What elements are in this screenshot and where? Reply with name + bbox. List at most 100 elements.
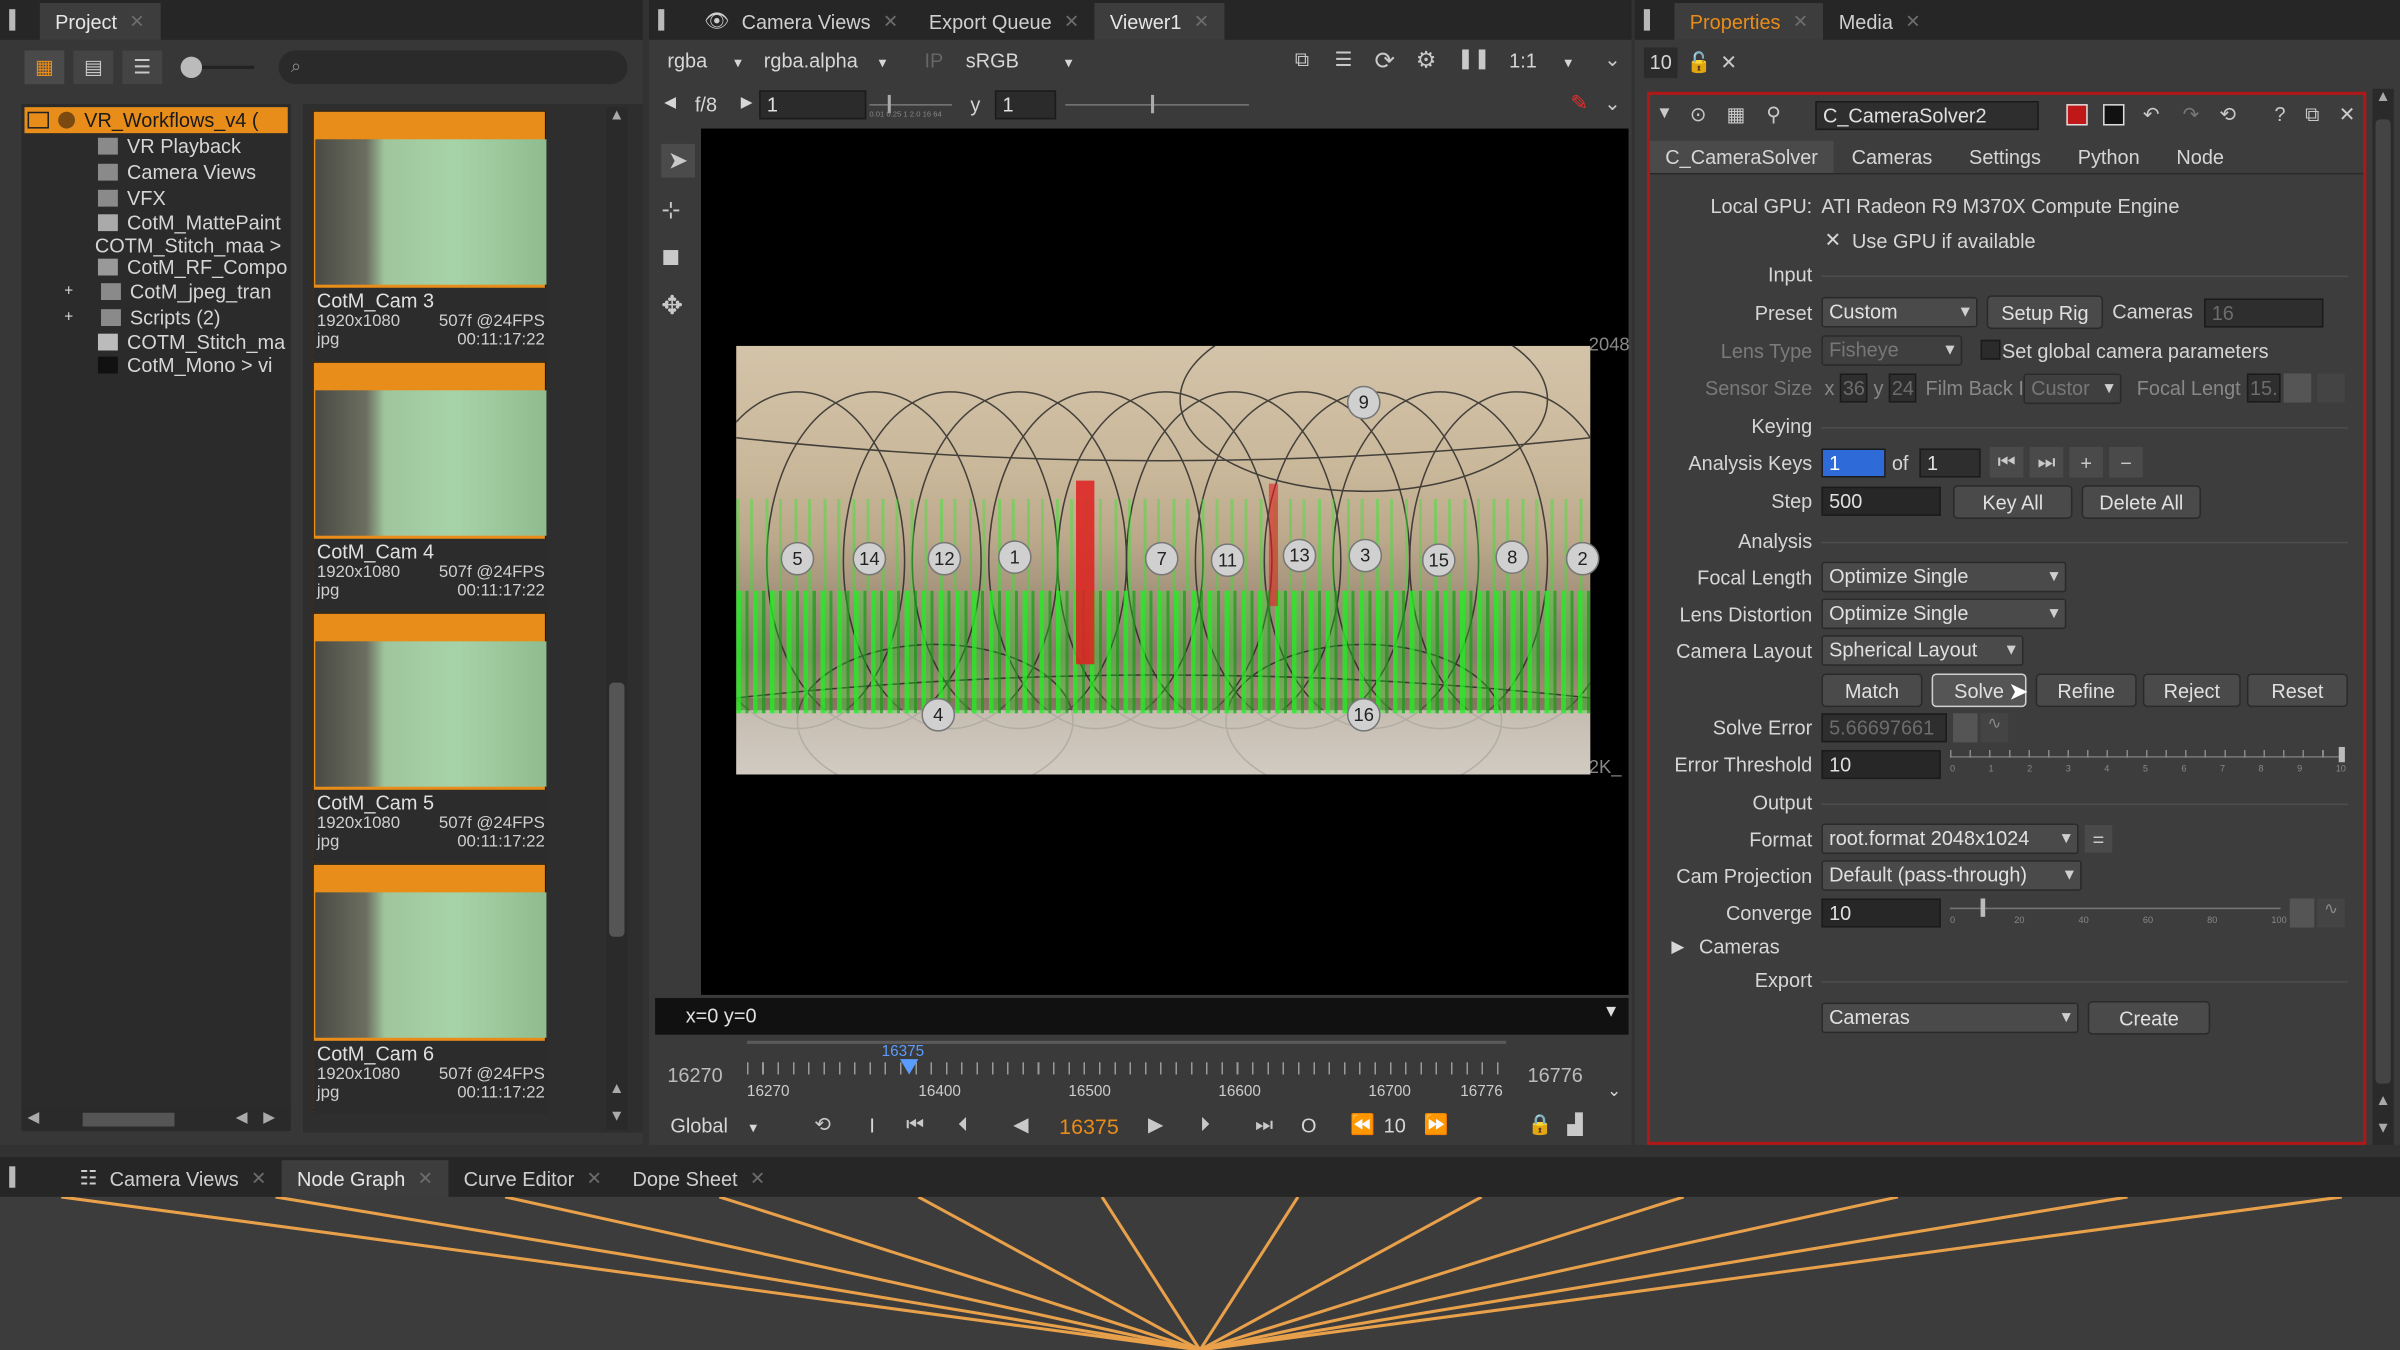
set-global-checkbox[interactable] [1980,339,2001,360]
revert-icon[interactable]: ⟲ [2219,103,2236,127]
tab-camera-views[interactable]: 👁 Camera Views ✕ [689,3,914,40]
select-icon[interactable]: ➤ [661,143,695,178]
global-dropdown[interactable]: Global ▾ [670,1114,757,1137]
alpha-dropdown[interactable]: rgba.alpha ▾ [764,49,887,72]
camera-marker[interactable]: 12 [927,541,962,576]
fast-forward-icon[interactable]: ⏩ [1423,1113,1448,1137]
float-icon[interactable]: ⧉ [2305,103,2319,127]
tree-item-root[interactable]: VR_Workflows_v4 ( [24,107,288,134]
close-icon[interactable]: ✕ [1064,11,1079,32]
ip-toggle[interactable]: IP [924,49,943,72]
camera-marker[interactable]: 5 [780,541,815,576]
match-button[interactable]: Match [1821,673,1923,708]
clear-panels-icon[interactable]: ✕ [1720,51,1737,75]
close-icon[interactable]: ✕ [251,1168,266,1189]
play-backward-icon[interactable]: ◀ [1013,1113,1028,1137]
gain-slider[interactable]: 0.01 0.25 1 2.0 16 64 [869,92,953,123]
transform-icon[interactable]: ⊹ [661,196,680,223]
tree-item[interactable]: Camera Views [97,159,256,185]
current-frame[interactable]: 16375 [1059,1114,1119,1138]
use-gpu-checkbox[interactable]: ✕ [1824,228,1841,252]
histogram-icon[interactable]: ▟ [1567,1113,1582,1137]
curve-icon[interactable]: ∿ [1980,713,2009,743]
frame-step-value[interactable]: 10 [1384,1114,1406,1137]
scroll-right-icon[interactable]: ▶ [263,1110,275,1127]
format-dropdown[interactable]: root.format 2048x1024 [1821,823,2079,855]
curve-icon[interactable]: ∿ [2317,898,2345,928]
tab-c-camerasolver[interactable]: C_CameraSolver [1649,140,1834,173]
animation-icon[interactable] [2317,373,2345,403]
tree-item[interactable]: VFX [97,185,166,211]
tree-item[interactable]: + CotM_jpeg_tran [64,279,271,305]
prev-stop-icon[interactable]: ◀ [664,95,676,112]
camera-marker[interactable]: 8 [1495,540,1530,574]
out-point-button[interactable]: O [1301,1114,1316,1137]
close-icon[interactable]: ✕ [586,1168,601,1189]
list-view-icon[interactable]: ☰ [122,50,163,85]
chevron-down-icon[interactable]: ⌄ [1604,92,1621,116]
animation-icon[interactable] [1953,713,1978,743]
close-icon[interactable]: ✕ [2339,103,2356,127]
camera-layout-dropdown[interactable]: Spherical Layout [1821,635,2024,666]
search-input[interactable]: ⌕ [278,50,628,85]
camera-marker[interactable]: 2 [1565,541,1600,576]
scroll-up-icon[interactable]: ▲ [609,107,624,124]
scroll-down-icon[interactable]: ▼ [609,1108,624,1125]
play-icon[interactable]: ▶ [1148,1113,1163,1137]
tree-item[interactable]: CotM_Mono > vi [97,352,272,378]
camera-marker[interactable]: 15 [1421,543,1456,578]
pin-icon[interactable]: ⚲ [1766,103,1781,127]
converge-slider[interactable]: 0 20 40 60 80 100 [1949,895,2287,932]
skip-end-icon[interactable]: ⏭ [1255,1113,1273,1137]
camera-marker[interactable]: 11 [1210,543,1245,578]
expand-cameras-icon[interactable]: ▶ [1671,937,1684,956]
next-key-icon[interactable]: ⏭ [2029,446,2064,478]
tab-viewer1[interactable]: Viewer1 ✕ [1094,3,1225,40]
step-forward-icon[interactable]: ⏵ [1200,1113,1210,1137]
camera-marker[interactable]: 9 [1346,385,1381,420]
tab-media[interactable]: Media ✕ [1823,3,1935,40]
reset-button[interactable]: Reset [2246,673,2348,708]
preset-dropdown[interactable]: Custom [1821,296,1978,328]
tab-camera-views-bottom[interactable]: ☷ Camera Views ✕ [64,1160,281,1197]
close-icon[interactable]: ✕ [1793,11,1808,32]
thumbnail-scrollbar[interactable]: ▲ ▲ ▼ [606,107,628,1130]
key-all-button[interactable]: Key All [1953,485,2073,519]
lock-icon[interactable]: 🔒 [1528,1113,1553,1137]
redo-icon[interactable]: ↷ [2183,103,2200,127]
next-stop-icon[interactable]: ▶ [741,95,753,112]
tab-node[interactable]: Node [2158,141,2242,173]
animation-icon[interactable] [2289,898,2315,928]
gain-input[interactable]: 1 [759,90,867,120]
playhead[interactable] [899,1059,919,1075]
converge-input[interactable]: 10 [1821,898,1941,928]
help-icon[interactable]: ? [2274,103,2285,126]
tab-project[interactable]: Project ✕ [39,3,160,40]
error-threshold-slider[interactable]: 0 1 2 3 4 5 6 7 8 9 10 [1949,746,2348,784]
tab-cameras[interactable]: Cameras [1833,141,1950,173]
node-color-swatch[interactable] [2066,104,2088,126]
viewer-input-icon[interactable]: ▦ [1727,103,1746,127]
in-point-button[interactable]: I [869,1114,875,1137]
tree-item[interactable]: VR Playback [97,133,241,159]
camera-marker[interactable]: 4 [921,697,956,732]
panel-grip-icon[interactable] [1643,9,1665,31]
panel-grip-icon[interactable] [658,9,679,31]
tab-settings[interactable]: Settings [1951,141,2060,173]
loop-icon[interactable]: ⟲ [814,1113,831,1137]
prev-key-icon[interactable]: ⏮ [1989,446,2024,478]
camera-marker[interactable]: 16 [1346,697,1381,732]
node-icon[interactable]: ⊙ [1690,103,1707,127]
error-threshold-input[interactable]: 10 [1821,749,1941,780]
node-name-field[interactable]: C_CameraSolver2 [1815,101,2039,131]
tree-horizontal-scrollbar[interactable]: ◀ ◀ ▶ [21,1108,291,1132]
tree-item[interactable]: + Scripts (2) [64,305,220,331]
step-back-icon[interactable]: ⏴ [958,1113,968,1137]
colorspace-dropdown[interactable]: sRGB ▾ [966,49,1073,72]
lens-distortion-dropdown[interactable]: Optimize Single [1821,598,2067,630]
delete-all-button[interactable]: Delete All [2081,485,2202,519]
font-color-swatch[interactable] [2103,104,2125,126]
create-button[interactable]: Create [2087,1001,2211,1035]
gamma-slider[interactable] [1065,92,1249,123]
export-dropdown[interactable]: Cameras [1821,1002,2079,1034]
